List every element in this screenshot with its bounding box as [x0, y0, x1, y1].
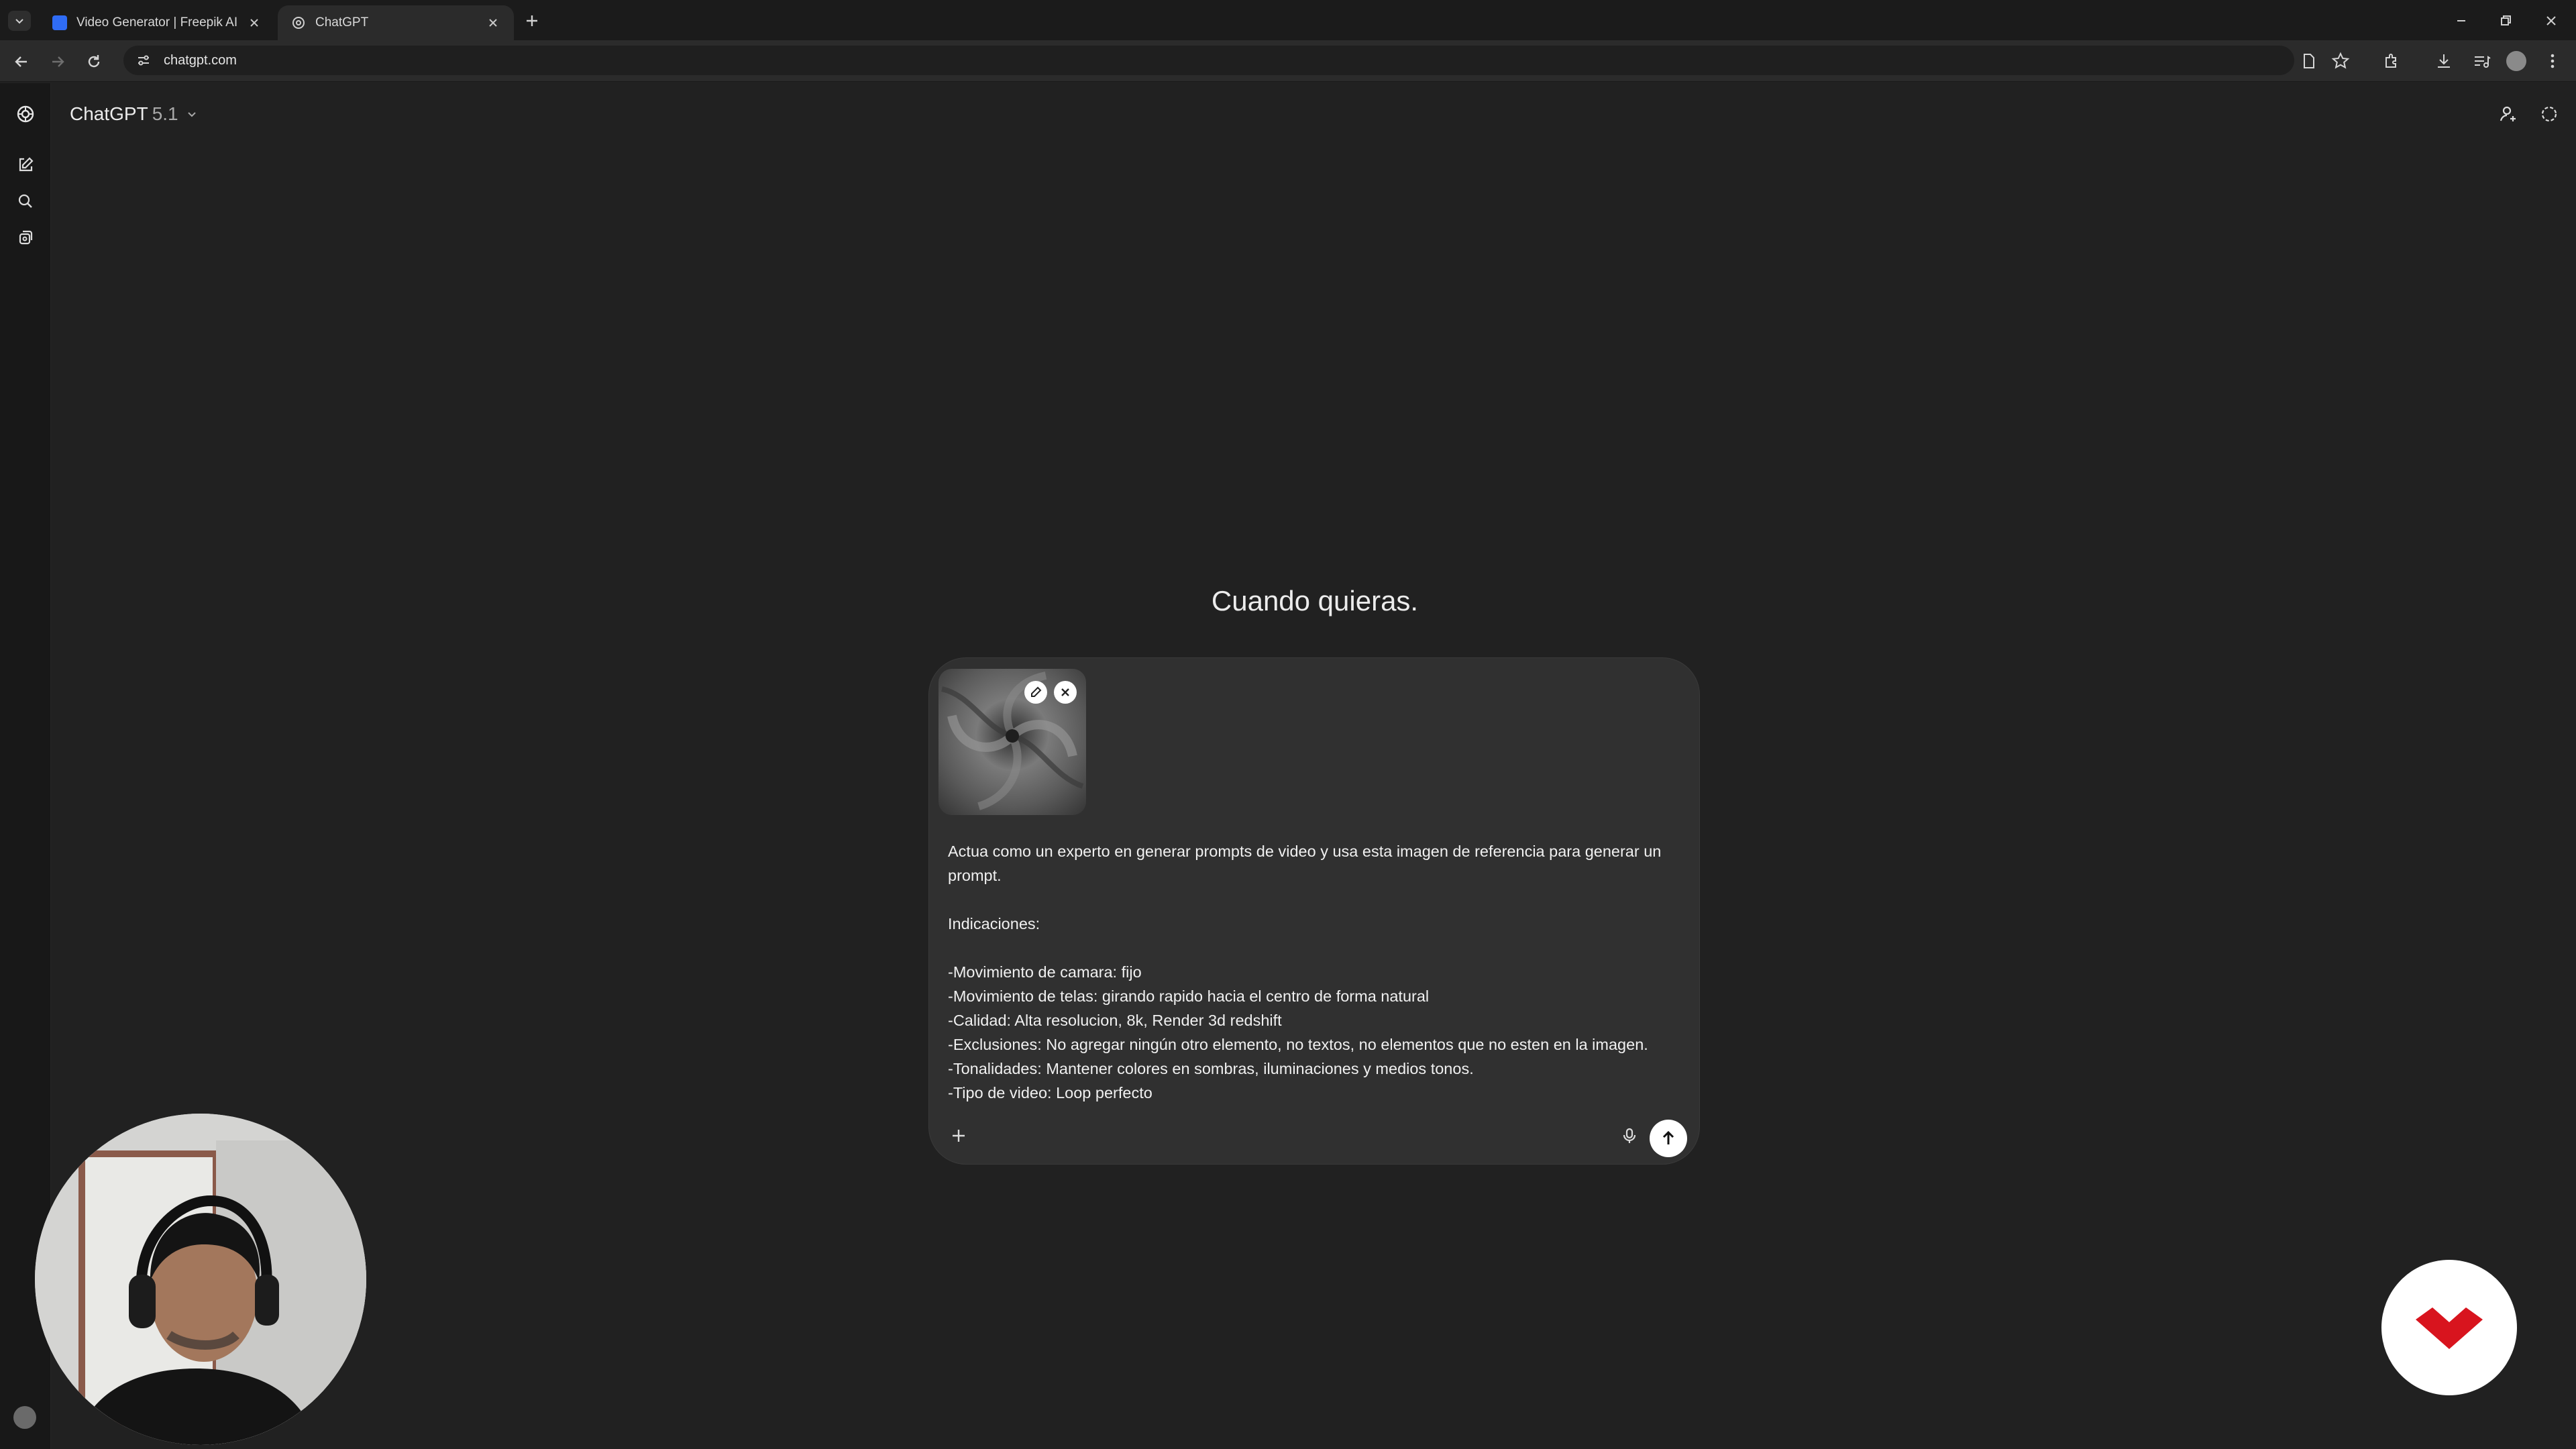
more-menu-icon[interactable] [2542, 51, 2563, 71]
close-window-icon[interactable] [2542, 12, 2560, 30]
tab-search-button[interactable] [8, 11, 31, 31]
temporary-chat-icon[interactable] [2538, 103, 2560, 125]
profile-avatar[interactable] [2506, 51, 2526, 71]
freepik-favicon-icon [52, 15, 67, 30]
pencil-icon [1031, 686, 1042, 697]
edit-image-button[interactable] [1024, 681, 1047, 704]
model-name: ChatGPT [70, 103, 148, 124]
media-controls-icon[interactable] [2471, 51, 2491, 71]
openai-logo-icon [17, 105, 34, 123]
search-chats-button[interactable] [13, 189, 38, 213]
brand-logo [2381, 1260, 2517, 1395]
model-version: 5.1 [152, 103, 178, 124]
model-selector[interactable]: ChatGPT 5.1 [70, 101, 199, 127]
library-button[interactable] [13, 225, 38, 250]
search-icon [18, 194, 32, 208]
arrow-up-icon [1662, 1130, 1674, 1144]
chevron-down-icon [187, 112, 196, 117]
openai-favicon-icon [292, 17, 305, 29]
user-avatar[interactable] [13, 1406, 36, 1429]
extensions-icon[interactable] [2381, 51, 2402, 71]
new-chat-button[interactable] [13, 153, 38, 177]
attached-image-thumbnail[interactable] [938, 669, 1086, 815]
tab-freepik[interactable]: Video Generator | Freepik AI [39, 5, 275, 40]
remove-image-button[interactable] [1054, 681, 1077, 704]
close-tab-icon[interactable] [247, 15, 262, 30]
address-bar[interactable]: chatgpt.com [123, 46, 2294, 75]
bookmark-star-icon[interactable] [2330, 51, 2351, 71]
restore-icon[interactable] [2497, 12, 2514, 30]
new-tab-icon[interactable] [523, 12, 541, 30]
chevron-down-icon [15, 19, 23, 24]
add-attachment-button[interactable] [944, 1121, 973, 1150]
minimize-icon[interactable] [2453, 12, 2470, 30]
url-text: chatgpt.com [164, 52, 237, 68]
edit-icon [19, 157, 34, 172]
close-tab-icon[interactable] [486, 15, 500, 30]
prompt-input[interactable]: Actua como un experto en generar prompts… [948, 839, 1683, 1105]
download-icon[interactable] [2434, 51, 2454, 71]
red-chevron-logo-icon [2416, 1307, 2483, 1349]
library-icon [19, 230, 33, 245]
back-icon[interactable] [12, 52, 31, 71]
add-people-icon[interactable] [2498, 103, 2520, 125]
tab-chatgpt[interactable]: ChatGPT [278, 5, 514, 40]
openai-logo-button[interactable] [13, 102, 38, 126]
page-info-icon[interactable] [2298, 51, 2318, 71]
site-settings-icon[interactable] [136, 52, 152, 68]
webcam-overlay [35, 1114, 366, 1445]
tab-title: ChatGPT [315, 15, 369, 30]
forward-icon[interactable] [48, 52, 67, 71]
mic-icon [1623, 1128, 1636, 1143]
composer: Actua como un experto en generar prompts… [928, 657, 1700, 1165]
dictate-button[interactable] [1615, 1121, 1644, 1150]
reload-icon[interactable] [85, 52, 103, 71]
browser-tab-strip: Video Generator | Freepik AI ChatGPT [0, 0, 2576, 40]
page-title: Cuando quieras. [1211, 585, 1419, 616]
presenter-video [35, 1114, 366, 1445]
plus-icon [953, 1130, 965, 1142]
close-icon [1061, 688, 1069, 696]
browser-toolbar: chatgpt.com [0, 40, 2576, 82]
send-button[interactable] [1650, 1120, 1687, 1157]
tab-title: Video Generator | Freepik AI [76, 15, 238, 30]
